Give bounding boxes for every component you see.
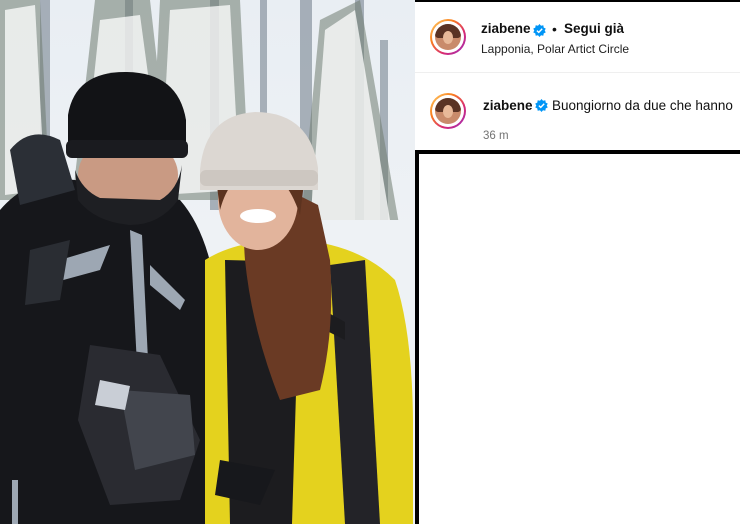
comment-timestamp[interactable]: 36 m — [483, 130, 509, 142]
comment-avatar[interactable] — [430, 93, 466, 129]
photo-scene — [0, 0, 415, 524]
side-panel: ziabene • Segui già Lapponia, Polar Arti… — [415, 0, 740, 524]
comments-area — [419, 154, 740, 524]
post-photo[interactable] — [0, 0, 415, 524]
follow-button[interactable]: Segui già — [564, 21, 624, 36]
post-header: ziabene • Segui già Lapponia, Polar Arti… — [415, 2, 740, 73]
verified-badge-icon — [535, 99, 548, 112]
caption-comment: ziabene Buongiorno da due che hanno 36 m — [415, 73, 740, 150]
comment-username[interactable]: ziabene — [483, 98, 533, 113]
verified-badge-icon — [533, 24, 546, 37]
comment-text: Buongiorno da due che hanno — [552, 98, 733, 113]
post-username[interactable]: ziabene — [481, 21, 531, 36]
avatar[interactable] — [430, 19, 466, 55]
location-link[interactable]: Lapponia, Polar Artict Circle — [481, 42, 629, 56]
comment-avatar-image — [432, 95, 464, 127]
avatar-image — [432, 21, 464, 53]
separator-dot: • — [552, 21, 557, 37]
